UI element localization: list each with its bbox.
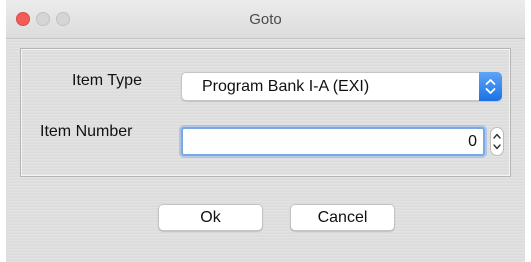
cancel-button[interactable]: Cancel (290, 204, 395, 231)
ok-button[interactable]: Ok (158, 204, 263, 231)
goto-dialog: Goto Item Type Program Bank I-A (EXI) It… (6, 0, 525, 262)
title-bar: Goto (6, 0, 525, 39)
up-down-chevron-icon[interactable] (479, 72, 502, 101)
item-number-stepper[interactable] (490, 127, 504, 156)
item-number-field[interactable] (181, 127, 485, 156)
item-type-label: Item Type (72, 72, 142, 89)
stepper-arrows-icon (493, 133, 501, 150)
item-type-select[interactable]: Program Bank I-A (EXI) (181, 72, 502, 101)
item-number-label: Item Number (40, 123, 133, 140)
window-title: Goto (249, 11, 282, 28)
form-group-box (20, 48, 511, 177)
item-type-selected-value: Program Bank I-A (EXI) (202, 78, 370, 95)
